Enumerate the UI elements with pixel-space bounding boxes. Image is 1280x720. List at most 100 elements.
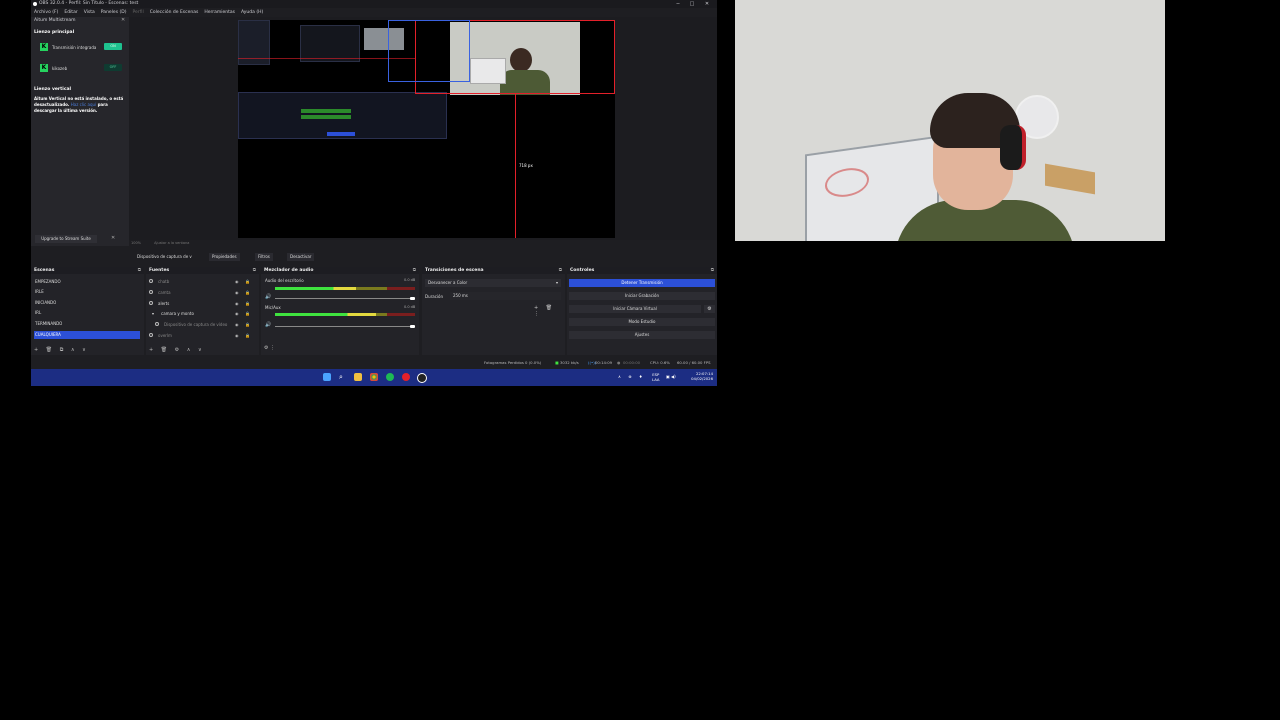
download-link[interactable]: Haz clic aquí — [71, 102, 96, 107]
settings-button[interactable]: Ajustes — [569, 331, 715, 339]
eye-icon[interactable]: ◉ — [235, 277, 239, 286]
zoom-value[interactable]: 100% — [131, 241, 141, 245]
lock-icon[interactable]: 🔒 — [245, 277, 250, 286]
guide-line — [614, 20, 615, 94]
eye-icon[interactable]: ◉ — [235, 288, 239, 297]
source-item[interactable]: overlm ◉ 🔒 — [149, 331, 252, 340]
mixer-footer[interactable]: ⚙ ⋮ — [264, 345, 275, 351]
menu-edit[interactable]: Editar — [64, 10, 77, 15]
duration-input[interactable]: 250 ms — [450, 292, 561, 300]
maximize-button[interactable]: □ — [685, 0, 699, 8]
lock-icon[interactable]: 🔒 — [245, 288, 250, 297]
obs-logo-icon — [33, 2, 37, 6]
source-item[interactable]: chatb ◉ 🔒 — [149, 277, 252, 286]
controls-pane-icon[interactable]: ⧉ — [711, 267, 714, 274]
app-icon[interactable] — [402, 373, 410, 381]
eye-icon[interactable]: ◉ — [235, 309, 239, 318]
scene-item[interactable]: IRLE — [34, 288, 140, 296]
output-toggle[interactable]: ON — [104, 43, 122, 50]
duration-label: Duración — [425, 294, 444, 299]
eye-icon[interactable]: ◉ — [235, 331, 239, 340]
eye-icon[interactable]: ◉ — [235, 320, 239, 329]
volume-slider-handle[interactable] — [410, 325, 415, 328]
obs-taskbar-icon[interactable] — [417, 373, 427, 383]
clock[interactable]: 22:07:14 04/02/2026 — [691, 371, 713, 381]
nested-taskbar — [327, 132, 355, 136]
scene-item[interactable]: IRL — [34, 309, 140, 317]
source-type-icon — [149, 279, 153, 283]
fps: 60.00 / 60.00 FPS — [677, 360, 711, 365]
close-button[interactable]: ✕ — [700, 0, 714, 8]
menu-profile[interactable]: Perfil — [132, 10, 143, 15]
properties-button[interactable]: Propiedades — [209, 253, 240, 261]
source-group[interactable]: ▾ camara y monto ◉ 🔒 — [149, 309, 252, 318]
mixer-header: Mezclador de audio ⧉ — [261, 267, 419, 274]
transition-select[interactable]: Desvanecer a Color ▾ — [425, 279, 561, 287]
studio-mode-button[interactable]: Modo Estudio — [569, 318, 715, 326]
language-indicator[interactable]: ESP LAA — [652, 372, 660, 382]
transitions-header: Transiciones de escena ⧉ — [422, 267, 565, 274]
menu-scene-collection[interactable]: Colección de Escenas — [150, 10, 199, 15]
scenes-pane-icon[interactable]: ⧉ — [138, 267, 141, 274]
lock-icon[interactable]: 🔒 — [245, 331, 250, 340]
zoom-fit[interactable]: Ajustar a la ventana — [154, 241, 189, 245]
transition-select-value: Desvanecer a Color — [428, 280, 468, 285]
upgrade-close-button[interactable]: ✕ — [111, 235, 115, 241]
menu-file[interactable]: Archivo (F) — [34, 10, 58, 15]
spotify-icon[interactable] — [386, 373, 394, 381]
lock-icon[interactable]: 🔒 — [245, 309, 250, 318]
lock-icon[interactable]: 🔒 — [245, 299, 250, 308]
chevron-down-icon[interactable]: ▾ — [152, 309, 154, 318]
output-toggle[interactable]: OFF — [104, 64, 122, 71]
source-toolbar: Dispositivo de captura de v Propiedades … — [31, 252, 717, 262]
source-label: camara y monto — [161, 311, 194, 316]
main-canvas-heading: Lienzo principal — [34, 30, 75, 35]
menu-tools[interactable]: Herramientas — [204, 10, 235, 15]
source-item[interactable]: alerts ◉ 🔒 — [149, 299, 252, 308]
mixer-pane-icon[interactable]: ⧉ — [413, 267, 416, 274]
deactivate-button[interactable]: Desactivar — [287, 253, 315, 261]
zoom-bar: 100% Ajustar a la ventana — [131, 241, 189, 245]
start-recording-button[interactable]: Iniciar Grabación — [569, 292, 715, 300]
menu-help[interactable]: Ayuda (H) — [241, 10, 263, 15]
sources-footer[interactable]: + 🗑 ⚙ ∧ ∨ — [149, 347, 205, 353]
volume-slider[interactable] — [275, 298, 415, 299]
virtual-camera-settings-icon[interactable]: ⚙ — [704, 305, 715, 313]
chrome-icon[interactable] — [370, 373, 378, 381]
windows-start-icon[interactable] — [323, 373, 331, 381]
start-virtual-camera-button[interactable]: Iniciar Cámara Virtual — [569, 305, 701, 313]
scene-item[interactable]: EMPEZANDO — [34, 278, 140, 286]
menu-docks[interactable]: Paneles (D) — [101, 10, 127, 15]
minimize-button[interactable]: ─ — [671, 0, 685, 8]
filters-button[interactable]: Filtros — [255, 253, 273, 261]
transition-buttons[interactable]: + 🗑 ⋮ — [534, 305, 565, 317]
stop-stream-button[interactable]: Detener Transmisión — [569, 279, 715, 287]
volume-slider-handle[interactable] — [410, 297, 415, 300]
upgrade-button[interactable]: Upgrade to Stream Suite — [35, 235, 97, 243]
transitions-title: Transiciones de escena — [425, 268, 484, 273]
file-explorer-icon[interactable] — [354, 373, 362, 381]
tray-icons[interactable]: ∧ ⊕ ♦ — [618, 374, 645, 379]
vertical-canvas-heading: Lienzo vertical — [34, 87, 72, 92]
volume-slider[interactable] — [275, 326, 415, 327]
selection-box[interactable] — [388, 20, 470, 82]
source-item[interactable]: camta ◉ 🔒 — [149, 288, 252, 297]
lock-icon[interactable]: 🔒 — [245, 320, 250, 329]
search-icon[interactable]: ⌕ — [339, 373, 347, 381]
dock-close-button[interactable]: ✕ — [121, 17, 125, 23]
scene-item[interactable]: TERMINANDO — [34, 320, 140, 328]
eye-icon[interactable]: ◉ — [235, 299, 239, 308]
scenes-footer[interactable]: + 🗑 ⧉ ∧ ∨ — [34, 347, 89, 353]
network-volume-icons[interactable]: ▣ ◀) — [666, 374, 676, 379]
menu-view[interactable]: Vista — [84, 10, 95, 15]
record-icon: ● — [617, 360, 621, 365]
scene-item[interactable]: INICIANDO — [34, 299, 140, 307]
source-item[interactable]: Dispositivo de captura de vídeo ◉ 🔒 — [149, 320, 252, 329]
sources-pane-icon[interactable]: ⧉ — [253, 267, 256, 274]
speaker-icon[interactable]: 🔊 — [265, 322, 271, 328]
transitions-pane-icon[interactable]: ⧉ — [559, 267, 562, 274]
lang-layout: LAA — [652, 377, 660, 382]
scene-item-selected[interactable]: CUALQUIERA — [34, 331, 140, 339]
preview-canvas[interactable]: 718 px — [238, 20, 615, 238]
speaker-icon[interactable]: 🔊 — [265, 294, 271, 300]
